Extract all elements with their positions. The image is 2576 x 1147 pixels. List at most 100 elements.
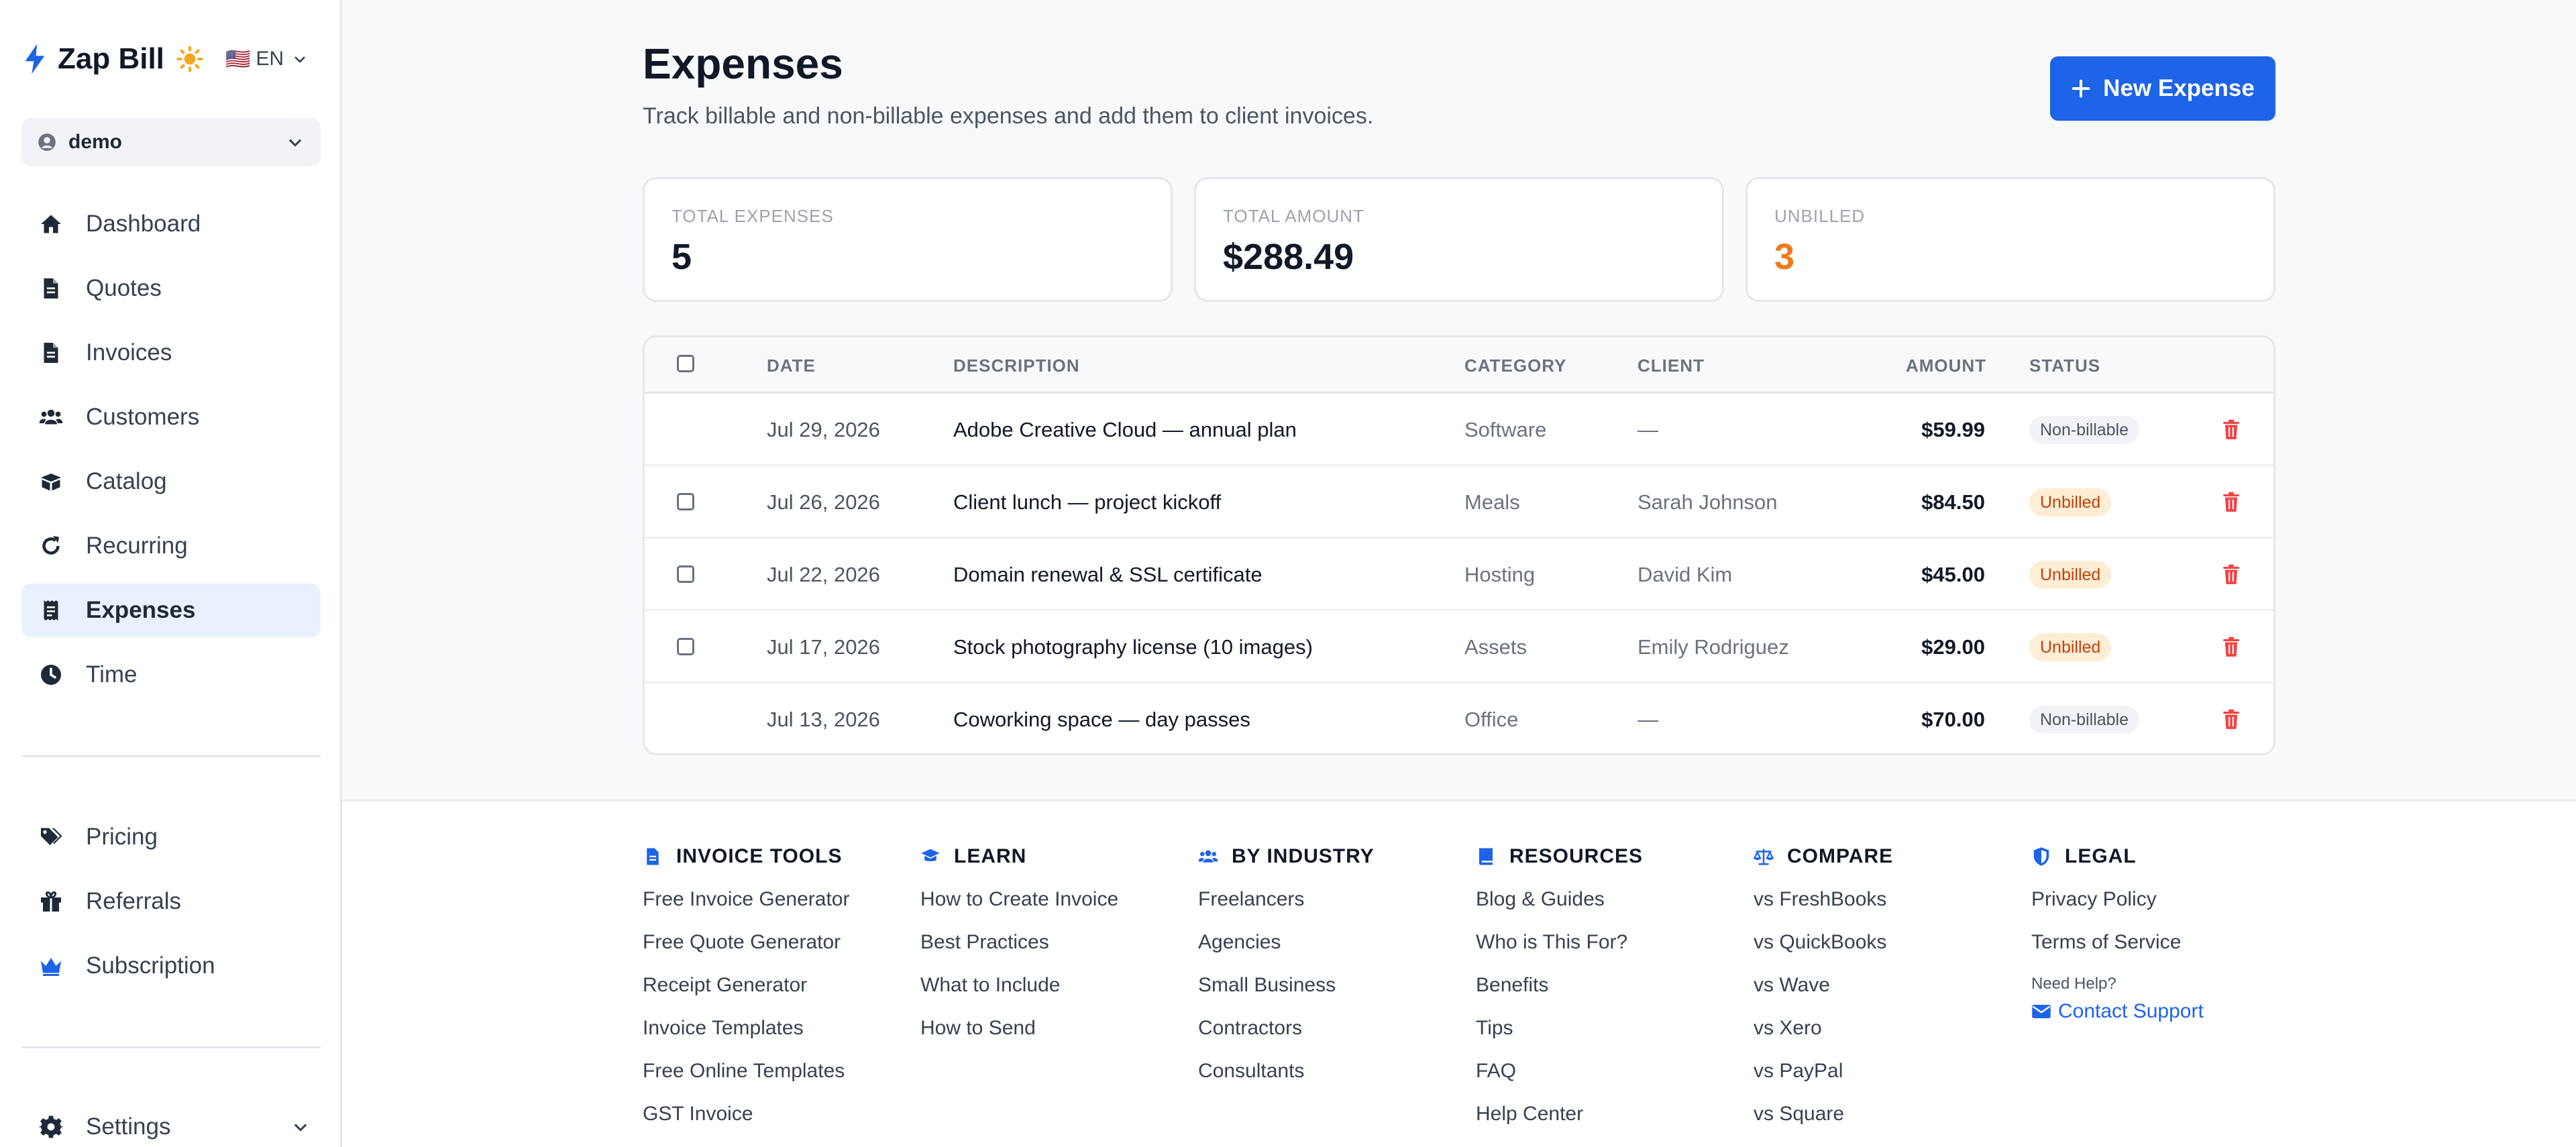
delete-button[interactable] xyxy=(2222,709,2240,729)
footer-link[interactable]: Terms of Service xyxy=(2031,929,2204,956)
nav-item-catalog[interactable]: Catalog xyxy=(21,455,321,508)
nav-item-dashboard[interactable]: Dashboard xyxy=(21,197,321,251)
delete-button[interactable] xyxy=(2222,419,2240,439)
table-row[interactable]: Jul 22, 2026 Domain renewal & SSL certifi… xyxy=(645,539,2273,611)
nav-label: Dashboard xyxy=(86,211,201,237)
delete-button[interactable] xyxy=(2222,637,2240,657)
footer-link[interactable]: vs Xero xyxy=(1754,1015,1893,1042)
table-header: DATE DESCRIPTION CATEGORY CLIENT AMOUNT … xyxy=(645,337,2273,394)
select-all-checkbox[interactable] xyxy=(677,355,694,372)
table-row[interactable]: Jul 13, 2026 Coworking space — day passes… xyxy=(645,684,2273,753)
footer-link[interactable]: Benefits xyxy=(1476,972,1643,999)
stat-label: TOTAL AMOUNT xyxy=(1223,206,1364,226)
row-checkbox[interactable] xyxy=(677,565,694,583)
trash-icon xyxy=(2222,637,2240,657)
language-selector[interactable]: 🇺🇸 EN xyxy=(225,46,308,72)
footer-link[interactable]: Free Quote Generator xyxy=(643,929,849,956)
nav-item-invoices[interactable]: Invoices xyxy=(21,326,321,380)
cell-description: Coworking space — day passes xyxy=(953,708,1250,731)
nav-item-customers[interactable]: Customers xyxy=(21,390,321,444)
nav-item-referrals[interactable]: Referrals xyxy=(21,875,321,928)
primary-nav: Dashboard Quotes Invoices Customers Cata… xyxy=(21,197,321,712)
footer-link[interactable]: vs Square xyxy=(1754,1101,1893,1128)
nav-item-recurring[interactable]: Recurring xyxy=(21,519,321,573)
row-checkbox[interactable] xyxy=(677,493,694,510)
scale-icon xyxy=(1754,849,1774,865)
footer-link[interactable]: GST Invoice xyxy=(643,1101,849,1128)
footer-link[interactable]: vs Wave xyxy=(1754,972,1893,999)
footer-link[interactable]: How to Create Invoice xyxy=(920,886,1118,913)
footer-link[interactable]: Invoice Templates xyxy=(643,1015,849,1042)
footer-link[interactable]: Consultants xyxy=(1198,1058,1375,1085)
footer-link[interactable]: Who is This For? xyxy=(1476,929,1643,956)
footer-link[interactable]: Free Online Templates xyxy=(643,1058,849,1085)
cell-client: — xyxy=(1638,418,1658,441)
status-badge: Unbilled xyxy=(2029,561,2112,589)
nav-item-settings[interactable]: Settings xyxy=(21,1100,321,1147)
sun-icon[interactable] xyxy=(176,46,203,72)
delete-button[interactable] xyxy=(2222,564,2240,584)
footer-heading: LEARN xyxy=(954,845,1027,867)
table-row[interactable]: Jul 26, 2026 Client lunch — project kicko… xyxy=(645,466,2273,539)
footer-link[interactable]: Help Center xyxy=(1476,1101,1643,1128)
nav-label: Referrals xyxy=(86,888,181,914)
sidebar: Zap Bill 🇺🇸 EN demo Dashboard Quotes Inv… xyxy=(0,0,342,1147)
plus-icon xyxy=(2072,79,2090,98)
receipt-icon xyxy=(44,600,58,620)
book-icon xyxy=(1479,848,1493,865)
column-header-date[interactable]: DATE xyxy=(767,337,816,394)
footer-link[interactable]: Privacy Policy xyxy=(2031,886,2204,913)
column-header-status[interactable]: STATUS xyxy=(2029,337,2100,394)
footer-column-by-industry: BY INDUSTRY Freelancers Agencies Small B… xyxy=(1198,843,1375,1085)
delete-button[interactable] xyxy=(2222,492,2240,512)
nav-item-quotes[interactable]: Quotes xyxy=(21,262,321,315)
page-title: Expenses xyxy=(643,40,843,88)
footer-link[interactable]: Contractors xyxy=(1198,1015,1375,1042)
table-row[interactable]: Jul 17, 2026 Stock photography license (1… xyxy=(645,611,2273,684)
footer-link[interactable]: Agencies xyxy=(1198,929,1375,956)
footer-link[interactable]: vs FreshBooks xyxy=(1754,886,1893,913)
box-icon xyxy=(41,474,61,491)
refresh-icon xyxy=(42,536,60,555)
gear-icon xyxy=(39,1115,63,1138)
contact-support-link[interactable]: Contact Support xyxy=(2031,1000,2204,1023)
column-header-amount[interactable]: AMOUNT xyxy=(1906,337,1986,394)
new-expense-label: New Expense xyxy=(2103,75,2255,101)
user-circle-icon xyxy=(38,133,56,151)
nav-item-time[interactable]: Time xyxy=(21,648,321,702)
footer-link[interactable]: Best Practices xyxy=(920,929,1118,956)
nav-label: Quotes xyxy=(86,275,162,301)
footer-link[interactable]: Freelancers xyxy=(1198,886,1375,913)
stats-row: TOTAL EXPENSES 5 TOTAL AMOUNT $288.49 UN… xyxy=(643,177,2275,302)
column-header-description[interactable]: DESCRIPTION xyxy=(953,337,1080,394)
app-name: Zap Bill xyxy=(58,42,164,75)
footer-column-resources: RESOURCES Blog & Guides Who is This For?… xyxy=(1476,843,1643,1128)
new-expense-button[interactable]: New Expense xyxy=(2050,56,2275,121)
nav-item-subscription[interactable]: Subscription xyxy=(21,939,321,993)
table-row[interactable]: Jul 29, 2026 Adobe Creative Cloud — annua… xyxy=(645,394,2273,466)
footer-link[interactable]: FAQ xyxy=(1476,1058,1643,1085)
expenses-table: DATE DESCRIPTION CATEGORY CLIENT AMOUNT … xyxy=(643,335,2275,755)
footer-link[interactable]: Tips xyxy=(1476,1015,1643,1042)
footer-link[interactable]: vs QuickBooks xyxy=(1754,929,1893,956)
column-header-client[interactable]: CLIENT xyxy=(1638,337,1705,394)
footer-link[interactable]: What to Include xyxy=(920,972,1118,999)
chevron-down-icon xyxy=(294,56,305,63)
footer-link[interactable]: Free Invoice Generator xyxy=(643,886,849,913)
footer-link[interactable]: Receipt Generator xyxy=(643,972,849,999)
footer-link[interactable]: How to Send xyxy=(920,1015,1118,1042)
brand[interactable]: Zap Bill xyxy=(21,39,203,79)
org-name: demo xyxy=(68,131,123,153)
language-code: EN xyxy=(256,48,284,70)
footer-link[interactable]: vs PayPal xyxy=(1754,1058,1893,1085)
footer-link[interactable]: Small Business xyxy=(1198,972,1375,999)
nav-item-expenses[interactable]: Expenses xyxy=(21,584,321,637)
org-switcher[interactable]: demo xyxy=(21,118,321,166)
footer-link[interactable]: Blog & Guides xyxy=(1476,886,1643,913)
column-header-category[interactable]: CATEGORY xyxy=(1464,337,1566,394)
nav-label: Pricing xyxy=(86,824,158,850)
footer-column-compare: COMPARE vs FreshBooks vs QuickBooks vs W… xyxy=(1754,843,1893,1128)
row-checkbox[interactable] xyxy=(677,638,694,655)
gift-icon xyxy=(41,891,61,912)
nav-item-pricing[interactable]: Pricing xyxy=(21,810,321,864)
